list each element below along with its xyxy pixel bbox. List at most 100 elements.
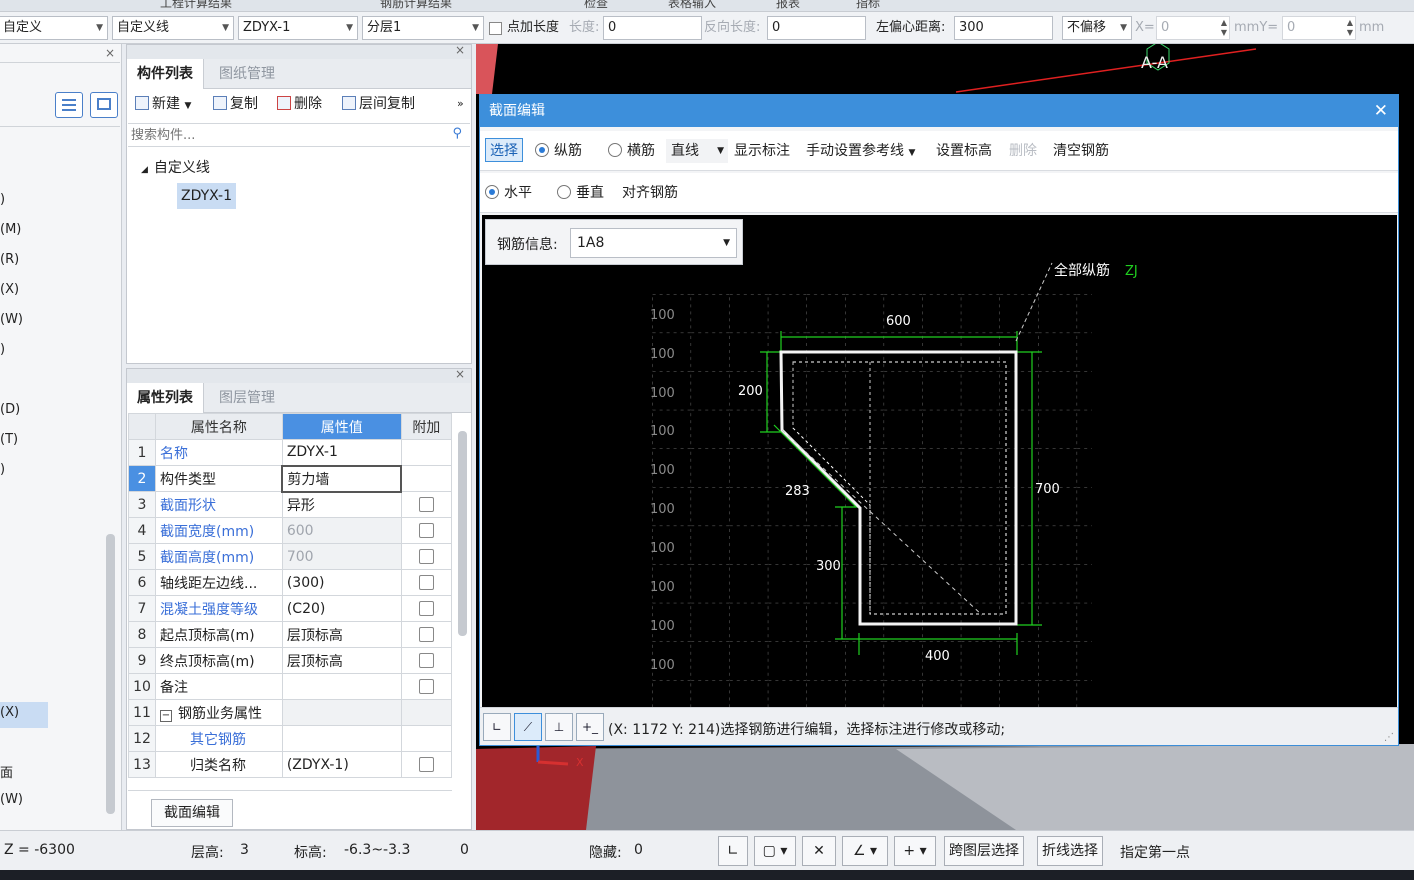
show-dimension-button[interactable]: 显示标注 bbox=[734, 139, 790, 163]
add-point-icon[interactable]: +_ bbox=[576, 713, 604, 741]
tab-drawing-management[interactable]: 图纸管理 bbox=[209, 59, 285, 89]
set-elevation-button[interactable]: 设置标高 bbox=[936, 139, 992, 163]
menu-item[interactable]: 指标 bbox=[856, 0, 880, 11]
close-icon[interactable]: × bbox=[455, 367, 465, 381]
search-box[interactable]: ⚲ bbox=[128, 123, 470, 147]
tree-item-selected[interactable]: ZDYX-1 bbox=[177, 183, 237, 209]
tab-layer-management[interactable]: 图层管理 bbox=[209, 383, 285, 413]
checkbox[interactable] bbox=[418, 653, 434, 668]
checkbox[interactable] bbox=[418, 601, 434, 616]
y-input[interactable]: 0 ▲ ▼ bbox=[1282, 16, 1356, 40]
new-button[interactable]: 新建 ▼ bbox=[135, 93, 191, 115]
align-rebar-button[interactable]: 对齐钢筋 bbox=[622, 181, 678, 205]
orthogonal-icon[interactable]: ∟ bbox=[718, 836, 748, 866]
checkbox[interactable] bbox=[418, 497, 434, 512]
perpendicular-icon[interactable]: ⊥ bbox=[545, 713, 573, 741]
resize-grip-icon[interactable]: ⋰ bbox=[1384, 732, 1394, 743]
radio-horizontal[interactable]: 水平 bbox=[485, 181, 532, 205]
add-length-checkbox[interactable] bbox=[489, 22, 502, 35]
table-row[interactable]: 9 终点顶标高(m) 层顶标高 bbox=[128, 647, 453, 674]
list-view-icon[interactable] bbox=[55, 92, 83, 118]
search-input[interactable] bbox=[128, 124, 428, 146]
nav-item[interactable]: (W) bbox=[0, 312, 23, 327]
spinner-icon[interactable]: ▲ ▼ bbox=[1221, 18, 1227, 38]
table-row[interactable]: 7 混凝土强度等级 (C20) bbox=[128, 595, 453, 622]
checkbox[interactable] bbox=[418, 549, 434, 564]
table-row[interactable]: 5 截面高度(mm) 700 bbox=[128, 543, 453, 570]
angle-icon[interactable]: ∠ ▾ bbox=[842, 836, 888, 866]
snap-mode-icon[interactable]: ▢ ▾ bbox=[754, 836, 796, 866]
table-row[interactable]: 4 截面宽度(mm) 600 bbox=[128, 517, 453, 544]
tab-component-list[interactable]: 构件列表 bbox=[127, 59, 204, 89]
copy-button[interactable]: 复制 bbox=[213, 93, 258, 115]
menu-item[interactable]: 检查 bbox=[584, 0, 608, 11]
polyline-select-button[interactable]: 折线选择 bbox=[1037, 836, 1103, 866]
add-point-icon[interactable]: + ▾ bbox=[894, 836, 936, 866]
table-row[interactable]: 13 归类名称 (ZDYX-1) bbox=[128, 751, 453, 778]
nav-item[interactable]: (R) bbox=[0, 252, 19, 267]
radio-vertical[interactable]: 垂直 bbox=[557, 181, 604, 205]
checkbox[interactable] bbox=[418, 679, 434, 694]
radio-longitudinal[interactable]: 纵筋 bbox=[535, 139, 582, 163]
nav-item[interactable]: (M) bbox=[0, 222, 21, 237]
scrollbar[interactable] bbox=[106, 534, 115, 814]
cross-select-icon[interactable]: ✕ bbox=[802, 836, 836, 866]
nav-item[interactable]: ) bbox=[0, 192, 5, 207]
nav-item[interactable]: (T) bbox=[0, 432, 18, 447]
manual-ref-line-button[interactable]: 手动设置参考线 ▼ bbox=[806, 139, 915, 163]
table-row[interactable]: 6 轴线距左边线... (300) bbox=[128, 569, 453, 596]
menu-item[interactable]: 钢筋计算结果 bbox=[380, 0, 452, 11]
snap-line-icon[interactable]: ⟋ bbox=[514, 713, 542, 741]
more-icon[interactable]: » bbox=[457, 93, 464, 115]
table-row[interactable]: 8 起点顶标高(m) 层顶标高 bbox=[128, 621, 453, 648]
menu-item[interactable]: 工程计算结果 bbox=[160, 0, 232, 11]
table-row[interactable]: 10 备注 bbox=[128, 673, 453, 700]
close-icon[interactable]: × bbox=[105, 46, 115, 60]
section-edit-button[interactable]: 截面编辑 bbox=[151, 799, 233, 827]
triangle-down-icon[interactable]: ◢ bbox=[141, 165, 148, 175]
spinner-icon[interactable]: ▲ ▼ bbox=[1347, 18, 1353, 38]
delete-button[interactable]: 删除 bbox=[277, 93, 322, 115]
nav-item[interactable]: (W) bbox=[0, 792, 23, 807]
orthogonal-icon[interactable]: ∟ bbox=[483, 713, 511, 741]
radio-transverse[interactable]: 横筋 bbox=[608, 139, 655, 163]
floor-copy-button[interactable]: 层间复制 bbox=[342, 93, 415, 115]
tree-root[interactable]: ◢ 自定义线 bbox=[141, 157, 210, 177]
component-select[interactable]: ZDYX-1 ▼ bbox=[238, 16, 358, 40]
length-input[interactable]: 0 bbox=[603, 16, 702, 40]
menu-item[interactable]: 报表 bbox=[776, 0, 800, 11]
checkbox[interactable] bbox=[418, 575, 434, 590]
table-row-selected[interactable]: 2 构件类型 剪力墙 bbox=[128, 464, 453, 493]
close-icon[interactable]: × bbox=[455, 43, 465, 57]
table-row[interactable]: 11− 钢筋业务属性 bbox=[128, 699, 453, 726]
cross-floor-select-button[interactable]: 跨图层选择 bbox=[944, 836, 1024, 866]
table-row[interactable]: 1 名称 ZDYX-1 bbox=[128, 439, 453, 466]
search-icon[interactable]: ⚲ bbox=[452, 126, 462, 141]
clear-rebar-button[interactable]: 清空钢筋 bbox=[1053, 139, 1109, 163]
layer-select[interactable]: 分层1 ▼ bbox=[362, 16, 484, 40]
type-select[interactable]: 自定义线 ▼ bbox=[112, 16, 234, 40]
section-canvas[interactable]: 100 100 100 100 100 100 100 100 100 100 bbox=[482, 215, 1397, 709]
select-button[interactable]: 选择 bbox=[485, 138, 523, 162]
left-offset-input[interactable]: 300 bbox=[954, 16, 1053, 40]
rebar-info-select[interactable]: 1A8 ▼ bbox=[570, 228, 737, 258]
delete-button[interactable]: 删除 bbox=[1009, 139, 1037, 163]
table-row[interactable]: 12 其它钢筋 bbox=[128, 725, 453, 752]
line-type-select[interactable]: 直线 ▼ bbox=[666, 139, 728, 163]
nav-item[interactable]: ) bbox=[0, 462, 5, 477]
checkbox[interactable] bbox=[418, 627, 434, 642]
checkbox[interactable] bbox=[418, 757, 434, 772]
nav-item[interactable]: 面 bbox=[0, 762, 13, 781]
nav-item[interactable]: ) bbox=[0, 342, 5, 357]
collapse-icon[interactable]: − bbox=[160, 709, 172, 722]
checkbox[interactable] bbox=[418, 523, 434, 538]
category-select[interactable]: 自定义 ▼ bbox=[0, 16, 108, 40]
scrollbar[interactable] bbox=[458, 431, 467, 636]
offset-mode-select[interactable]: 不偏移 ▼ bbox=[1062, 16, 1132, 40]
table-row[interactable]: 3 截面形状 异形 bbox=[128, 491, 453, 518]
nav-item[interactable]: (D) bbox=[0, 402, 20, 417]
nav-item[interactable]: (X) bbox=[0, 282, 19, 297]
tab-property-list[interactable]: 属性列表 bbox=[127, 383, 204, 413]
grid-view-icon[interactable] bbox=[90, 92, 118, 118]
reverse-length-input[interactable]: 0 bbox=[767, 16, 866, 40]
